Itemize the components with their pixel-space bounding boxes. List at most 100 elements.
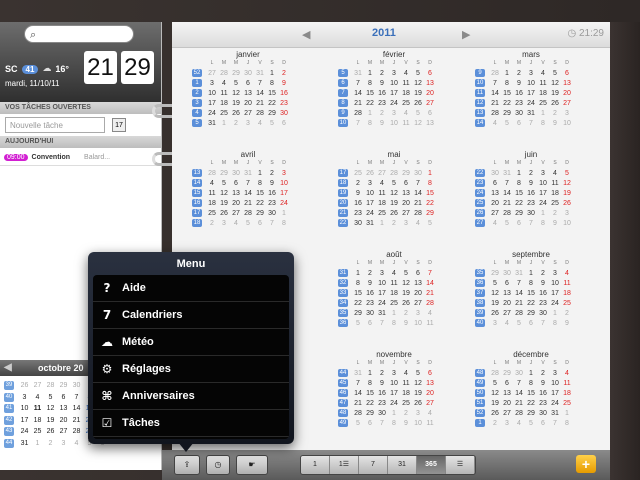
day[interactable]: 30 — [364, 310, 376, 317]
day[interactable]: 30 — [242, 70, 254, 77]
day[interactable]: 8 — [501, 80, 513, 87]
day[interactable]: 7 — [352, 80, 364, 87]
mini-day[interactable]: 29 — [57, 382, 70, 389]
day[interactable]: 23 — [537, 300, 549, 307]
day[interactable]: 4 — [400, 70, 412, 77]
day[interactable]: 25 — [206, 210, 218, 217]
day[interactable]: 9 — [364, 280, 376, 287]
day[interactable]: 25 — [352, 170, 364, 177]
day[interactable]: 29 — [489, 270, 501, 277]
day[interactable]: 17 — [525, 90, 537, 97]
day[interactable]: 27 — [230, 210, 242, 217]
day[interactable]: 27 — [400, 210, 412, 217]
day[interactable]: 18 — [218, 100, 230, 107]
day[interactable]: 11 — [218, 90, 230, 97]
day[interactable]: 2 — [278, 70, 290, 77]
day[interactable]: 18 — [549, 190, 561, 197]
day[interactable]: 8 — [278, 220, 290, 227]
day[interactable]: 4 — [400, 370, 412, 377]
day[interactable]: 18 — [388, 290, 400, 297]
day[interactable]: 6 — [513, 120, 525, 127]
day[interactable]: 3 — [400, 220, 412, 227]
day[interactable]: 9 — [376, 80, 388, 87]
day[interactable]: 28 — [489, 370, 501, 377]
day[interactable]: 8 — [525, 380, 537, 387]
day[interactable]: 12 — [489, 290, 501, 297]
menu-item[interactable]: ☁ Météo — [93, 329, 289, 356]
day[interactable]: 21 — [513, 300, 525, 307]
day[interactable]: 22 — [525, 400, 537, 407]
day[interactable]: 6 — [489, 180, 501, 187]
view-segment[interactable]: 31 — [388, 456, 417, 474]
day[interactable]: 31 — [501, 170, 513, 177]
mini-day[interactable]: 12 — [44, 405, 57, 412]
day[interactable]: 3 — [388, 370, 400, 377]
day[interactable]: 14 — [352, 90, 364, 97]
day[interactable]: 10 — [278, 180, 290, 187]
day[interactable]: 3 — [561, 110, 573, 117]
day[interactable]: 25 — [561, 400, 573, 407]
day[interactable]: 5 — [218, 180, 230, 187]
day[interactable]: 7 — [501, 180, 513, 187]
day[interactable]: 26 — [561, 200, 573, 207]
day[interactable]: 24 — [206, 110, 218, 117]
day[interactable]: 13 — [501, 290, 513, 297]
day[interactable]: 28 — [254, 110, 266, 117]
day[interactable]: 12 — [388, 190, 400, 197]
day[interactable]: 29 — [352, 310, 364, 317]
day[interactable]: 9 — [376, 120, 388, 127]
day[interactable]: 13 — [424, 120, 436, 127]
day[interactable]: 1 — [525, 370, 537, 377]
day[interactable]: 6 — [424, 370, 436, 377]
day[interactable]: 12 — [561, 180, 573, 187]
day[interactable]: 1 — [501, 70, 513, 77]
day[interactable]: 22 — [266, 100, 278, 107]
day[interactable]: 6 — [537, 420, 549, 427]
day[interactable]: 10 — [388, 80, 400, 87]
mini-day[interactable]: 20 — [57, 417, 70, 424]
day[interactable]: 10 — [549, 280, 561, 287]
day[interactable]: 29 — [513, 210, 525, 217]
day[interactable]: 25 — [549, 200, 561, 207]
day[interactable]: 5 — [242, 220, 254, 227]
day[interactable]: 19 — [489, 400, 501, 407]
day[interactable]: 9 — [400, 320, 412, 327]
day[interactable]: 22 — [424, 200, 436, 207]
day[interactable]: 26 — [412, 100, 424, 107]
menu-item[interactable]: ? Aide — [93, 275, 289, 302]
day[interactable]: 22 — [513, 200, 525, 207]
day[interactable]: 7 — [376, 420, 388, 427]
day[interactable]: 21 — [412, 200, 424, 207]
day[interactable]: 26 — [549, 100, 561, 107]
day[interactable]: 14 — [424, 280, 436, 287]
day[interactable]: 15 — [364, 390, 376, 397]
day[interactable]: 2 — [376, 110, 388, 117]
day[interactable]: 16 — [364, 290, 376, 297]
day[interactable]: 25 — [400, 100, 412, 107]
day[interactable]: 11 — [388, 280, 400, 287]
day[interactable]: 31 — [242, 170, 254, 177]
mini-day[interactable]: 10 — [18, 405, 31, 412]
day[interactable]: 19 — [549, 90, 561, 97]
day[interactable]: 8 — [525, 280, 537, 287]
view-segment[interactable]: 365 — [417, 456, 446, 474]
day[interactable]: 28 — [489, 70, 501, 77]
day[interactable]: 2 — [489, 420, 501, 427]
day[interactable]: 28 — [513, 410, 525, 417]
day[interactable]: 29 — [364, 410, 376, 417]
mini-day[interactable]: 4 — [31, 394, 44, 401]
mini-day[interactable]: 18 — [31, 417, 44, 424]
day[interactable]: 20 — [501, 400, 513, 407]
day[interactable]: 10 — [364, 190, 376, 197]
day[interactable]: 29 — [525, 310, 537, 317]
day[interactable]: 20 — [561, 90, 573, 97]
day[interactable]: 19 — [230, 100, 242, 107]
day[interactable]: 12 — [412, 120, 424, 127]
day[interactable]: 5 — [549, 70, 561, 77]
day[interactable]: 3 — [501, 420, 513, 427]
day[interactable]: 3 — [525, 70, 537, 77]
day[interactable]: 29 — [218, 170, 230, 177]
day[interactable]: 5 — [489, 380, 501, 387]
day[interactable]: 3 — [388, 110, 400, 117]
day[interactable]: 11 — [400, 120, 412, 127]
